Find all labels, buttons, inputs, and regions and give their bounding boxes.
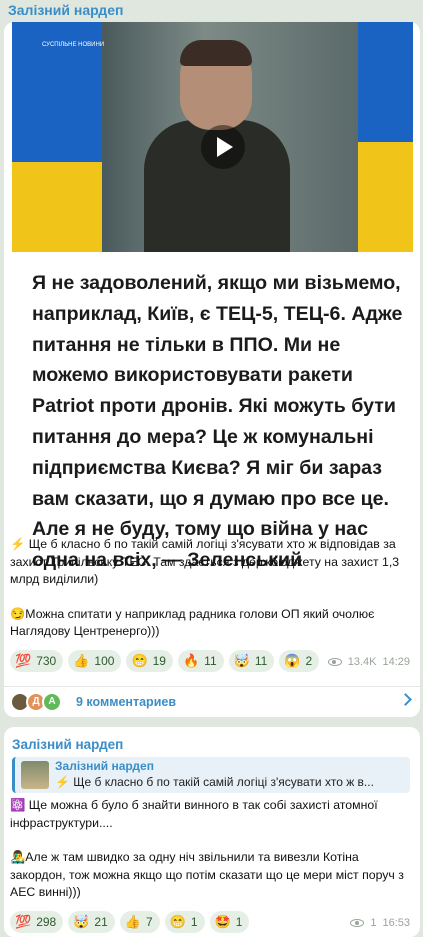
reaction-count: 1 (235, 915, 243, 929)
comments-label[interactable]: 9 комментариев (76, 695, 176, 709)
reaction-count: 7 (145, 915, 153, 929)
reaction-chip[interactable]: 😁 19 (126, 650, 173, 672)
post-meta: 1 16:53 (350, 917, 410, 929)
channel-name[interactable]: Залізний нардеп (12, 737, 123, 752)
reaction-emoji: 🤯 (73, 914, 90, 929)
reaction-emoji: 💯 (15, 914, 32, 929)
chevron-right-icon[interactable] (399, 693, 412, 706)
post-meta: 13.4K 14:29 (327, 656, 410, 668)
reaction-chip[interactable]: 😁 1 (164, 911, 205, 933)
post-caption: ⚡ Ще б класно б по такій самій логіці з'… (10, 536, 412, 658)
reaction-chip[interactable]: 💯 298 (10, 911, 64, 933)
reaction-emoji: 🤯 (233, 653, 250, 668)
flag-right (358, 22, 413, 252)
post-bubble-2: Залізний нардеп Залізний нардеп ⚡ Ще б к… (4, 727, 420, 937)
reaction-count: 21 (94, 915, 108, 929)
reply-preview[interactable]: Залізний нардеп ⚡ Ще б класно б по такій… (12, 757, 410, 793)
post-bubble: СУСПІЛЬНЕ НОВИНИ Я не задоволений, якщо … (4, 22, 420, 717)
reaction-chip[interactable]: 👍 7 (119, 911, 160, 933)
comments-bar[interactable]: Д А 9 комментариев (4, 687, 420, 717)
reaction-emoji: 😁 (131, 653, 148, 668)
post-paragraph-2: 👨‍🎤Але ж там швидко за одну ніч звільнил… (10, 850, 404, 899)
post-text: ⚛️ Ще можна б було б знайти винного в та… (10, 797, 414, 919)
views-count: 1 (370, 917, 377, 929)
reaction-emoji: 👍 (124, 914, 141, 929)
post-time: 16:53 (382, 917, 410, 929)
views-icon (350, 919, 365, 927)
reaction-count: 11 (254, 654, 268, 668)
reaction-chip[interactable]: 🤯 21 (68, 911, 115, 933)
post-paragraph-1: ⚛️ Ще можна б було б знайти винного в та… (10, 798, 378, 830)
reactions-row: 💯 298 🤯 21 👍 7 😁 1 🤩 1 (10, 911, 250, 933)
broadcaster-logo: СУСПІЛЬНЕ НОВИНИ (42, 42, 105, 48)
reaction-emoji: 👍 (73, 653, 90, 668)
caption-paragraph-1: ⚡ Ще б класно б по такій самій логіці з'… (10, 537, 400, 586)
reply-thumbnail (21, 761, 49, 789)
commenter-avatar: А (42, 692, 62, 712)
reaction-count: 2 (305, 654, 313, 668)
reaction-count: 298 (36, 915, 57, 929)
reaction-emoji: 🔥 (182, 653, 200, 668)
views-icon (327, 658, 342, 666)
video-thumbnail[interactable]: СУСПІЛЬНЕ НОВИНИ (12, 22, 413, 252)
flag-left (12, 22, 102, 252)
quote-card: Я не задоволений, якщо ми візьмемо, напр… (12, 252, 413, 571)
reaction-chip[interactable]: 🤩 1 (209, 911, 250, 933)
post-time: 14:29 (382, 656, 410, 668)
reaction-emoji: 😱 (284, 653, 301, 668)
reaction-count: 11 (204, 654, 217, 668)
reaction-chip[interactable]: 🤯 11 (228, 650, 275, 672)
reaction-emoji: 💯 (15, 653, 32, 668)
reactions-row: 💯 730 👍 100 😁 19 🔥 11 🤯 11 😱 2 (10, 650, 320, 672)
reaction-chip[interactable]: 👍 100 (68, 650, 122, 672)
quote-text: Я не задоволений, якщо ми візьмемо, напр… (32, 272, 403, 572)
reply-text: ⚡ Ще б класно б по такій самій логіці з'… (55, 775, 374, 789)
caption-paragraph-2: 😏Можна спитати у наприклад радника голов… (10, 606, 375, 639)
reaction-chip[interactable]: 😱 2 (279, 650, 320, 672)
reaction-emoji: 🤩 (214, 914, 231, 929)
reaction-chip[interactable]: 🔥 11 (177, 650, 224, 672)
reaction-count: 19 (152, 654, 166, 668)
reaction-count: 1 (190, 915, 198, 929)
views-count: 13.4K (347, 656, 377, 668)
reaction-emoji: 😁 (169, 914, 186, 929)
reply-title: Залізний нардеп (55, 759, 154, 773)
play-icon[interactable] (201, 125, 245, 169)
reaction-chip[interactable]: 💯 730 (10, 650, 64, 672)
reaction-count: 100 (94, 654, 115, 668)
reaction-count: 730 (36, 654, 57, 668)
channel-name-header[interactable]: Залізний нардеп (8, 2, 123, 18)
